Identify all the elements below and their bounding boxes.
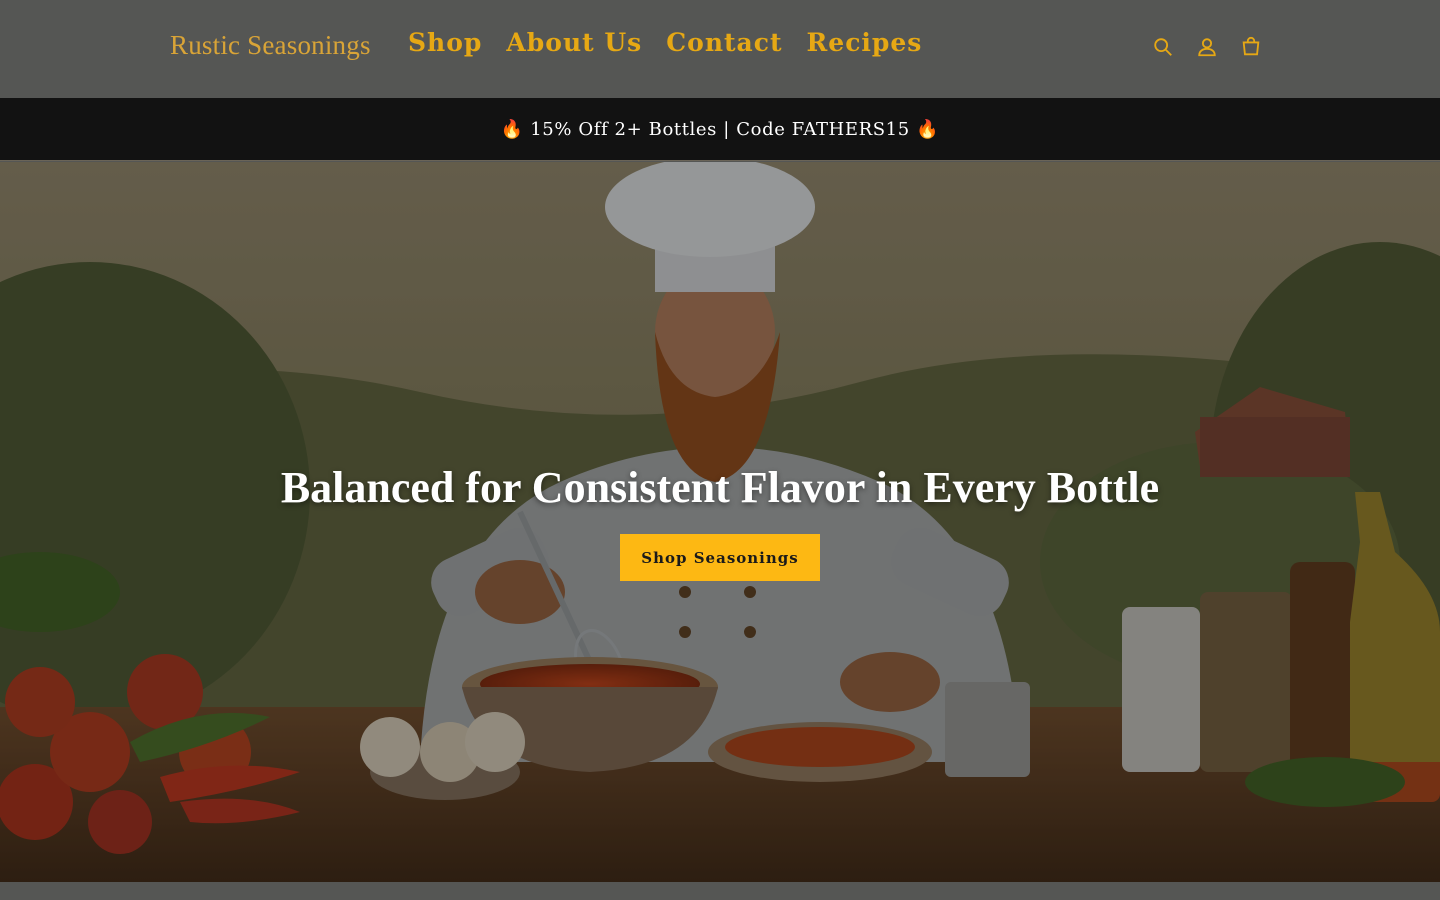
hero-title: Balanced for Consistent Flavor in Every … [280,463,1160,512]
nav-shop[interactable]: Shop [408,28,482,57]
account-icon[interactable] [1196,36,1218,58]
shop-seasonings-button[interactable]: Shop Seasonings [620,534,820,581]
announcement-bar: 🔥 15% Off 2+ Bottles | Code FATHERS15 🔥 [0,98,1440,161]
site-header: Rustic Seasonings Shop About Us Contact … [0,0,1440,98]
search-icon[interactable] [1152,36,1174,58]
nav-contact[interactable]: Contact [666,28,782,57]
nav-about-us[interactable]: About Us [506,28,642,57]
next-section-edge [0,882,1440,900]
hero-banner: Balanced for Consistent Flavor in Every … [0,162,1440,882]
announcement-text: 🔥 15% Off 2+ Bottles | Code FATHERS15 🔥 [500,118,940,140]
site-logo[interactable]: Rustic Seasonings [170,30,371,61]
nav-recipes[interactable]: Recipes [807,28,923,57]
hero-overlay [0,162,1440,882]
main-nav: Shop About Us Contact Recipes [408,28,922,57]
header-icons [1152,36,1262,58]
cart-icon[interactable] [1240,36,1262,58]
